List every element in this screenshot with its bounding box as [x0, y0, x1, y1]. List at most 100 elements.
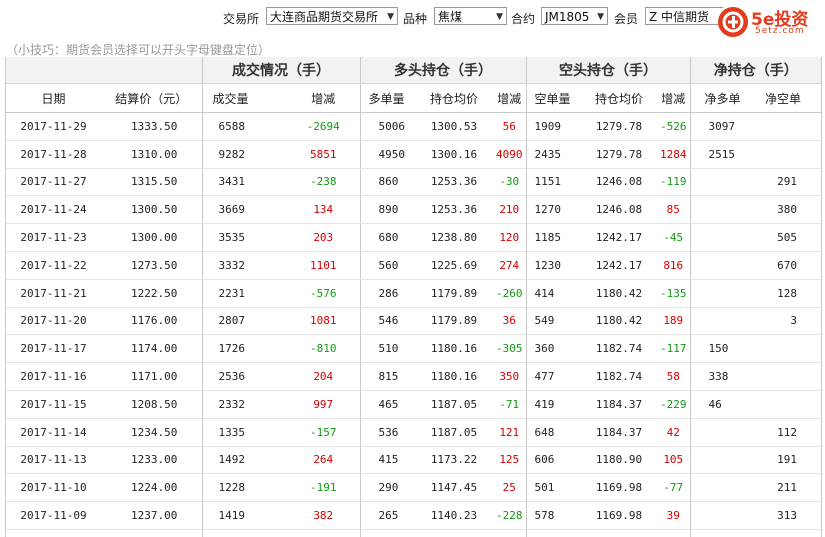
table-row: 2017-11-09 1237.00 1419 382 265 1140.23 -228 57… — [6, 501, 821, 530]
short-change-cell: -45 — [657, 529, 690, 537]
short-position-cell: 360 — [525, 334, 581, 364]
short-position-cell: 414 — [525, 279, 581, 308]
member-select[interactable]: Z 中信期货 — [645, 7, 723, 25]
volume-change-cell: -436 — [287, 529, 360, 537]
settle-price-cell: 1300.00 — [101, 223, 202, 252]
volume-cell: 2536 — [201, 362, 287, 391]
net-short-cell: 3 — [758, 307, 821, 336]
long-change-cell: -260 — [493, 279, 526, 308]
date-cell: 2017-11-29 — [6, 112, 101, 141]
short-avg-price-cell: 1169.98 — [581, 501, 657, 530]
long-position-cell: 415 — [359, 446, 415, 475]
settle-price-cell: 1176.00 — [101, 307, 202, 336]
date-cell: 2017-11-21 — [6, 279, 101, 308]
volume-change-cell: -810 — [287, 334, 360, 364]
long-change-cell: 125 — [493, 446, 526, 475]
table-row: 2017-11-20 1176.00 2807 1081 546 1179.89 36 549… — [6, 307, 821, 336]
long-change-cell: -100 — [493, 529, 526, 537]
short-change-cell: -45 — [657, 223, 690, 252]
table-row: 2017-11-27 1315.50 3431 -238 860 1253.36 -30 11… — [6, 168, 821, 197]
short-avg-price-cell: 1246.08 — [581, 195, 657, 225]
group-header-short: 空头持仓（手） — [525, 57, 690, 84]
net-short-cell: 505 — [758, 223, 821, 252]
short-change-cell: 39 — [657, 501, 690, 530]
contract-select[interactable]: JM1805 ▼ — [541, 7, 608, 25]
short-position-cell: 419 — [525, 390, 581, 419]
long-position-cell: 290 — [359, 473, 415, 503]
long-avg-price-cell: 1225.69 — [415, 251, 493, 280]
table-body: 2017-11-29 1333.50 6588 -2694 5006 1300.53 56 1… — [6, 112, 821, 537]
date-cell: 2017-11-08 — [6, 529, 101, 537]
settle-price-cell: 1171.00 — [101, 362, 202, 391]
settle-price-cell: 1310.00 — [101, 140, 202, 169]
volume-change-cell: -238 — [287, 168, 360, 197]
position-table-wrapper: 成交情况（手） 多头持仓（手） 空头持仓（手） 净持仓（手） 日期 结算价（元）… — [5, 57, 822, 537]
short-position-cell: 1230 — [525, 251, 581, 280]
settle-price-cell: 1224.00 — [101, 473, 202, 503]
volume-cell: 3431 — [201, 168, 287, 197]
long-position-cell: 536 — [359, 418, 415, 447]
variety-select[interactable]: 焦煤 ▼ — [434, 7, 507, 25]
net-long-cell: 3097 — [689, 112, 758, 141]
long-change-cell: -71 — [493, 390, 526, 419]
net-short-cell: 380 — [758, 195, 821, 225]
net-long-cell — [689, 529, 758, 537]
date-cell: 2017-11-14 — [6, 418, 101, 447]
volume-change-cell: 264 — [287, 446, 360, 475]
net-long-cell: 150 — [689, 334, 758, 364]
col-volume-change: 增减 — [287, 83, 360, 113]
volume-change-cell: 1081 — [287, 307, 360, 336]
col-long-avg: 持仓均价 — [415, 83, 493, 113]
table-row: 2017-11-21 1222.50 2231 -576 286 1179.89 -260 4… — [6, 279, 821, 308]
chevron-down-icon: ▼ — [387, 12, 394, 22]
volume-change-cell: 203 — [287, 223, 360, 252]
short-avg-price-cell: 1180.42 — [581, 279, 657, 308]
col-net-short: 净空单 — [758, 83, 821, 113]
table-row: 2017-11-13 1233.00 1492 264 415 1173.22 125 606… — [6, 446, 821, 475]
logo-subtext: 5etz.com — [755, 26, 805, 36]
short-position-cell: 477 — [525, 362, 581, 391]
net-short-cell: 191 — [758, 446, 821, 475]
settle-price-cell: 1204.50 — [101, 529, 202, 537]
exchange-select[interactable]: 大连商品期货交易所 ▼ — [266, 7, 398, 25]
volume-change-cell: 5851 — [287, 140, 360, 169]
volume-cell: 2807 — [201, 307, 287, 336]
long-avg-price-cell: 1179.89 — [415, 307, 493, 336]
position-table: 成交情况（手） 多头持仓（手） 空头持仓（手） 净持仓（手） 日期 结算价（元）… — [6, 57, 821, 537]
net-short-cell — [758, 334, 821, 364]
short-change-cell: 105 — [657, 446, 690, 475]
long-avg-price-cell: 1180.16 — [415, 362, 493, 391]
settle-price-cell: 1333.50 — [101, 112, 202, 141]
net-long-cell — [689, 501, 758, 530]
volume-change-cell: 134 — [287, 195, 360, 225]
volume-cell: 1037 — [201, 529, 287, 537]
net-long-cell: 338 — [689, 362, 758, 391]
short-change-cell: -117 — [657, 334, 690, 364]
site-logo[interactable]: 5e投资 5etz.com — [718, 5, 823, 39]
long-position-cell: 493 — [359, 529, 415, 537]
date-cell: 2017-11-22 — [6, 251, 101, 280]
long-avg-price-cell: 1300.53 — [415, 112, 493, 141]
date-cell: 2017-11-09 — [6, 501, 101, 530]
net-long-cell — [689, 418, 758, 447]
short-position-cell: 539 — [525, 529, 581, 537]
long-avg-price-cell: 1187.05 — [415, 418, 493, 447]
volume-cell: 1726 — [201, 334, 287, 364]
table-row: 2017-11-23 1300.00 3535 203 680 1238.80 120 118… — [6, 223, 821, 252]
settle-price-cell: 1300.50 — [101, 195, 202, 225]
table-row: 2017-11-15 1208.50 2332 997 465 1187.05 -71 419… — [6, 390, 821, 419]
short-position-cell: 578 — [525, 501, 581, 530]
short-avg-price-cell: 1169.98 — [581, 473, 657, 503]
group-header-volume: 成交情况（手） — [201, 57, 360, 84]
short-change-cell: -135 — [657, 279, 690, 308]
long-change-cell: 210 — [493, 195, 526, 225]
volume-cell: 1228 — [201, 473, 287, 503]
net-short-cell — [758, 390, 821, 419]
short-position-cell: 549 — [525, 307, 581, 336]
net-long-cell: 2515 — [689, 140, 758, 169]
long-avg-price-cell: 1180.16 — [415, 334, 493, 364]
net-short-cell: 670 — [758, 251, 821, 280]
net-short-cell: 112 — [758, 418, 821, 447]
table-row: 2017-11-28 1310.00 9282 5851 4950 1300.16 4090… — [6, 140, 821, 169]
date-cell: 2017-11-27 — [6, 168, 101, 197]
